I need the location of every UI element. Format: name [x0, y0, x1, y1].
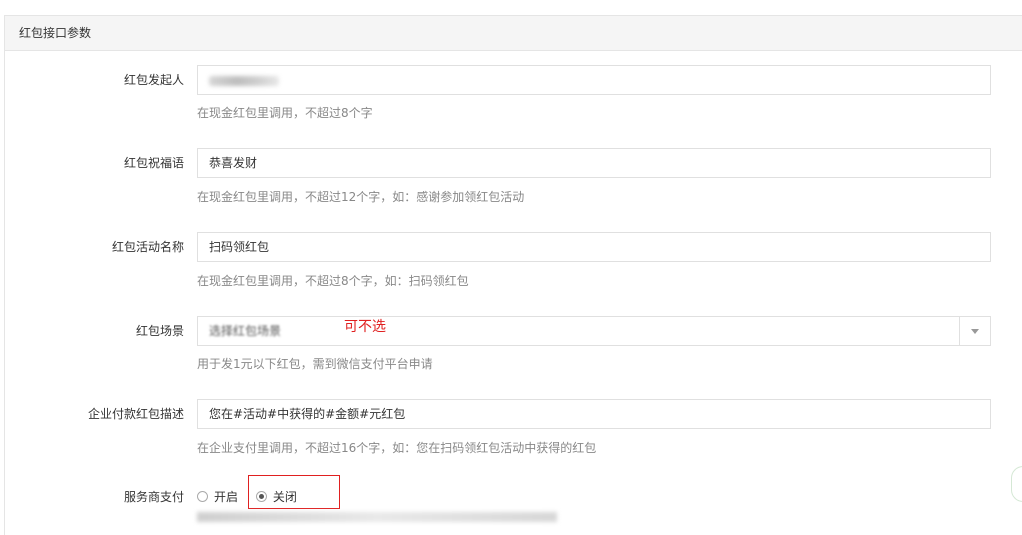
wishing-input[interactable]: 恭喜发财 — [197, 148, 991, 178]
wishing-help: 在现金红包里调用，不超过12个字，如：感谢参加领红包活动 — [197, 190, 525, 204]
chevron-down-icon — [971, 329, 979, 334]
scene-help: 用于发1元以下红包，需到微信支付平台申请 — [197, 357, 433, 371]
panel-title: 红包接口参数 — [5, 16, 1022, 51]
enterprise-desc-label: 企业付款红包描述 — [87, 407, 184, 421]
activity-name-input[interactable]: 扫码领红包 — [197, 232, 991, 262]
highlight-annotation-box — [248, 475, 340, 509]
scene-placeholder: 选择红包场景 — [209, 324, 282, 338]
radio-circle-icon — [197, 491, 208, 502]
cropped-help-text — [197, 512, 557, 522]
select-arrow[interactable] — [959, 317, 990, 345]
activity-name-label: 红包活动名称 — [111, 240, 184, 254]
redacted-value — [209, 75, 279, 86]
activity-name-help: 在现金红包里调用，不超过8个字，如：扫码领红包 — [197, 274, 469, 288]
scene-select[interactable]: 选择红包场景 — [197, 316, 991, 346]
sender-help: 在现金红包里调用，不超过8个字 — [197, 106, 373, 120]
floating-edge-widget[interactable] — [1011, 466, 1022, 502]
enterprise-desc-input[interactable]: 您在#活动#中获得的#金额#元红包 — [197, 399, 991, 429]
radio-enable[interactable]: 开启 — [197, 482, 238, 512]
annotation-optional: 可不选 — [344, 319, 386, 335]
scene-label: 红包场景 — [135, 324, 184, 338]
sender-label: 红包发起人 — [123, 73, 184, 87]
sender-input[interactable] — [197, 65, 991, 95]
radio-enable-label: 开启 — [214, 490, 239, 504]
service-pay-label: 服务商支付 — [123, 490, 184, 504]
wishing-label: 红包祝福语 — [123, 156, 184, 170]
enterprise-desc-help: 在企业支付里调用，不超过16个字，如：您在扫码领红包活动中获得的红包 — [197, 441, 597, 455]
